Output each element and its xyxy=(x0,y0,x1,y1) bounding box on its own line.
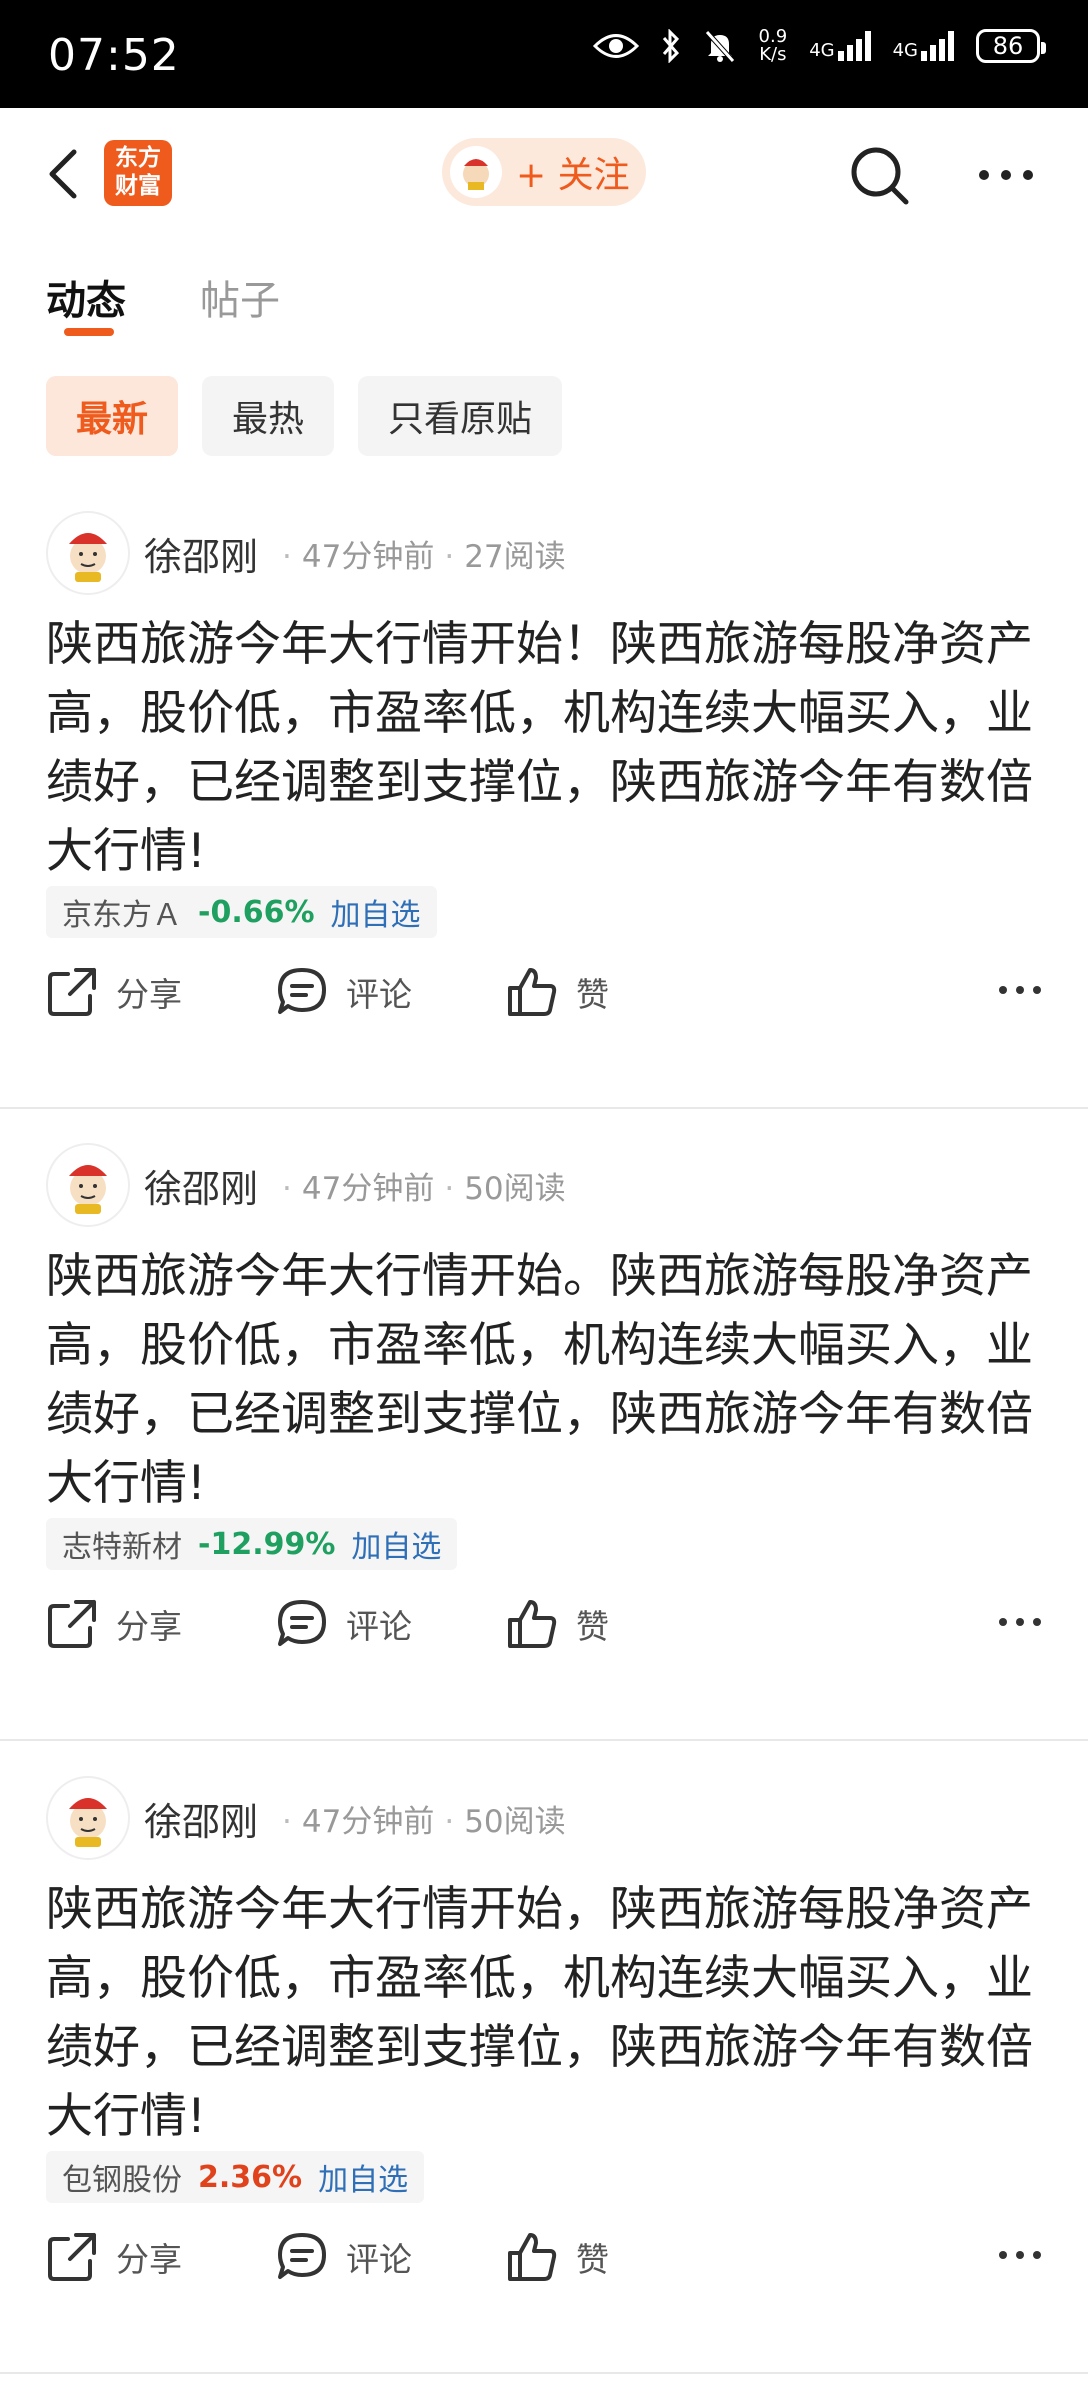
divider xyxy=(0,2372,1088,2374)
share-button[interactable]: 分享 xyxy=(46,2231,276,2283)
comment-button[interactable]: 评论 xyxy=(276,2231,506,2283)
tab-posts[interactable]: 帖子 xyxy=(200,268,280,326)
status-bar: 07:52 0.9 K/s 4G 4G 86 xyxy=(0,0,1088,108)
share-icon xyxy=(48,1600,96,1648)
author-name[interactable]: 徐邵刚 xyxy=(144,526,258,581)
status-icons: 0.9 K/s 4G 4G 86 xyxy=(592,26,1046,65)
more-horizontal-icon xyxy=(999,2251,1041,2259)
tab-dynamic[interactable]: 动态 xyxy=(46,268,126,336)
thumbs-up-icon xyxy=(508,968,557,1016)
more-horizontal-icon xyxy=(999,1618,1041,1626)
post-more-button[interactable] xyxy=(998,1612,1042,1631)
bluetooth-icon xyxy=(661,29,681,63)
back-button[interactable] xyxy=(44,144,84,204)
more-horizontal-icon xyxy=(979,170,1033,180)
chevron-left-icon xyxy=(49,149,77,199)
more-menu-button[interactable] xyxy=(978,166,1034,185)
eye-icon xyxy=(592,31,639,61)
search-icon xyxy=(851,147,909,205)
post-text[interactable]: 陕西旅游今年大行情开始！陕西旅游每股净资产高，股价低，市盈率低，机构连续大幅买入… xyxy=(46,610,1046,886)
add-watchlist-button[interactable]: 加自选 xyxy=(331,890,421,934)
signal-bars-icon xyxy=(837,31,871,61)
post-actions: 分享 评论 赞 xyxy=(46,1594,1042,1654)
comment-button[interactable]: 评论 xyxy=(276,1598,506,1650)
avatar[interactable] xyxy=(46,511,130,595)
post-time: 47分钟前 xyxy=(301,1803,435,1840)
add-watchlist-button[interactable]: 加自选 xyxy=(351,1522,441,1566)
post-header: 徐邵刚 · 47分钟前 · 50阅读 xyxy=(46,1142,566,1228)
stock-name: 志特新材 xyxy=(62,1530,182,1565)
post-actions: 分享 评论 赞 xyxy=(46,2227,1042,2287)
post-header: 徐邵刚 · 47分钟前 · 50阅读 xyxy=(46,1775,566,1861)
post-meta: · 47分钟前 · 50阅读 xyxy=(282,1803,566,1840)
battery-indicator: 86 xyxy=(976,29,1046,63)
post-header: 徐邵刚 · 47分钟前 · 27阅读 xyxy=(46,510,566,596)
like-button[interactable]: 赞 xyxy=(506,1598,806,1650)
stock-name: 包钢股份 xyxy=(62,2163,182,2198)
like-button[interactable]: 赞 xyxy=(506,966,806,1018)
share-icon xyxy=(48,968,96,1016)
filter-newest[interactable]: 最新 xyxy=(46,376,179,456)
stock-change: -12.99% xyxy=(198,1526,336,1562)
post-text[interactable]: 陕西旅游今年大行情开始。陕西旅游每股净资产高，股价低，市盈率低，机构连续大幅买入… xyxy=(46,1242,1046,1518)
post-more-button[interactable] xyxy=(998,2245,1042,2264)
signal-bars-icon xyxy=(921,31,954,61)
filter-hottest[interactable]: 最热 xyxy=(202,376,335,456)
avatar[interactable] xyxy=(46,1143,130,1227)
thumbs-up-icon xyxy=(508,1600,557,1648)
stock-name: 京东方Ａ xyxy=(62,898,182,933)
status-time: 07:52 xyxy=(48,30,180,81)
signal-sim1: 4G xyxy=(809,31,871,61)
filter-bar: 最新 最热 只看原贴 xyxy=(46,376,563,456)
stock-tag[interactable]: 京东方Ａ -0.66% 加自选 xyxy=(46,886,437,938)
tab-bar: 动态 帖子 xyxy=(46,268,280,336)
stock-tag[interactable]: 志特新材 -12.99% 加自选 xyxy=(46,1518,458,1570)
app-logo: 东方 财富 xyxy=(104,140,172,206)
follow-button[interactable]: + 关注 xyxy=(442,138,646,206)
post-actions: 分享 评论 赞 xyxy=(46,962,1042,1022)
avatar xyxy=(450,146,502,198)
post-meta: · 47分钟前 · 27阅读 xyxy=(282,538,566,575)
avatar[interactable] xyxy=(46,1776,130,1860)
follow-label: + 关注 xyxy=(516,155,630,196)
mute-bell-icon xyxy=(703,29,737,63)
post-text[interactable]: 陕西旅游今年大行情开始，陕西旅游每股净资产高，股价低，市盈率低，机构连续大幅买入… xyxy=(46,1875,1046,2151)
comment-icon xyxy=(278,1600,326,1646)
stock-change: 2.36% xyxy=(198,2159,303,2195)
comment-button[interactable]: 评论 xyxy=(276,966,506,1018)
signal-sim2: 4G xyxy=(893,31,954,61)
read-count: 50阅读 xyxy=(464,1803,566,1840)
stock-change: -0.66% xyxy=(198,894,315,930)
post-more-button[interactable] xyxy=(998,980,1042,999)
search-button[interactable] xyxy=(848,144,912,212)
read-count: 50阅读 xyxy=(464,1170,566,1207)
post-time: 47分钟前 xyxy=(301,1170,435,1207)
more-horizontal-icon xyxy=(999,986,1041,994)
share-button[interactable]: 分享 xyxy=(46,1598,276,1650)
read-count: 27阅读 xyxy=(464,538,566,575)
filter-original-only[interactable]: 只看原贴 xyxy=(358,376,563,456)
author-name[interactable]: 徐邵刚 xyxy=(144,1791,258,1846)
divider xyxy=(0,1739,1088,1741)
thumbs-up-icon xyxy=(508,2233,557,2281)
stock-tag[interactable]: 包钢股份 2.36% 加自选 xyxy=(46,2151,425,2203)
add-watchlist-button[interactable]: 加自选 xyxy=(318,2155,408,2199)
comment-icon xyxy=(278,968,326,1014)
author-name[interactable]: 徐邵刚 xyxy=(144,1158,258,1213)
share-icon xyxy=(48,2233,96,2281)
like-button[interactable]: 赞 xyxy=(506,2231,806,2283)
top-nav: 东方 财富 + 关注 xyxy=(0,108,1088,236)
divider xyxy=(0,1107,1088,1109)
post-meta: · 47分钟前 · 50阅读 xyxy=(282,1170,566,1207)
net-speed: 0.9 K/s xyxy=(758,26,788,65)
share-button[interactable]: 分享 xyxy=(46,966,276,1018)
post-time: 47分钟前 xyxy=(301,538,435,575)
comment-icon xyxy=(278,2233,326,2279)
